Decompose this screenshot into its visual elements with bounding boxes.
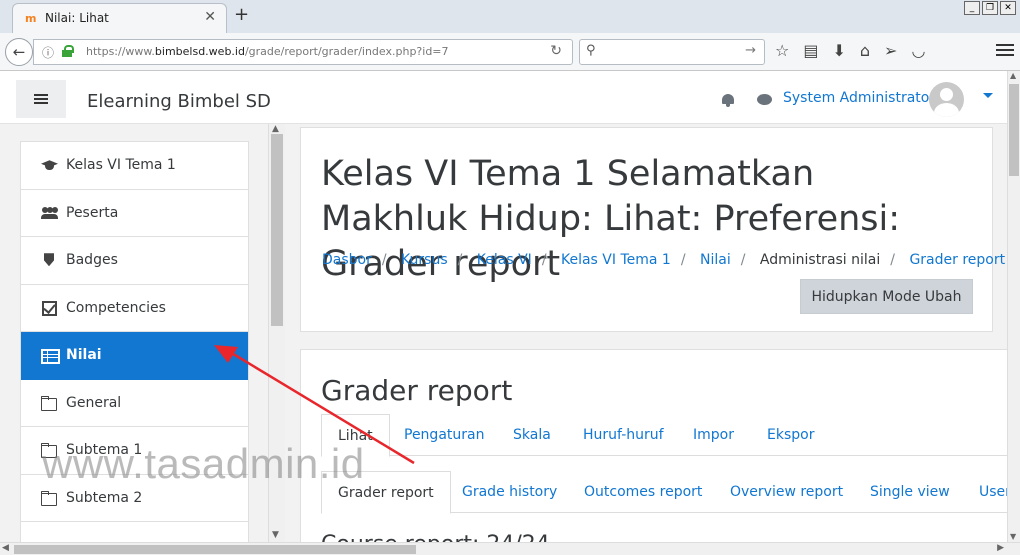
scroll-thumb[interactable] — [14, 545, 416, 554]
browser-toolbar-icons: ☆ ▤ ⬇ ⌂ ➢ ◡ — [775, 41, 925, 60]
tab-user-report[interactable]: User — [963, 471, 1007, 513]
browser-navbar: ← ⓘ https://www.bimbelsd.web.id/grade/re… — [0, 33, 1020, 71]
tab-close-icon[interactable]: ✕ — [204, 9, 216, 25]
search-input[interactable]: ⚲ → — [579, 39, 765, 65]
page-scrollbar[interactable]: ▲ ▼ — [1007, 71, 1020, 542]
reload-icon[interactable]: ↻ — [550, 43, 562, 59]
breadcrumb-link[interactable]: Kelas VI Tema 1 — [561, 252, 671, 268]
new-tab-icon[interactable]: + — [234, 4, 249, 25]
url-bar[interactable]: ⓘ https://www.bimbelsd.web.id/grade/repo… — [33, 39, 573, 65]
users-icon — [41, 206, 59, 220]
back-button[interactable]: ← — [5, 38, 33, 66]
grader-report-card: Grader report Lihat Pengaturan Skala Hur… — [300, 349, 1007, 542]
breadcrumb-link[interactable]: Nilai — [700, 252, 731, 268]
page-header-card: Kelas VI Tema 1 Selamatkan Makhluk Hidup… — [300, 127, 1005, 332]
bookmark-star-icon[interactable]: ☆ — [775, 41, 789, 60]
nav-item-badges[interactable]: Badges — [21, 237, 248, 285]
site-brand[interactable]: Elearning Bimbel SD — [87, 91, 271, 112]
secondary-tabs: Grader report Grade history Outcomes rep… — [321, 471, 1007, 514]
breadcrumb-link[interactable]: Kelas VI — [477, 252, 532, 268]
tab-letters[interactable]: Huruf-huruf — [567, 414, 680, 456]
nav-item-grades[interactable]: Nilai — [21, 332, 248, 380]
browser-titlebar: m Nilai: Lihat ✕ + _ ❐ ✕ — [0, 0, 1020, 33]
nav-item-partial[interactable] — [21, 522, 248, 542]
tab-import[interactable]: Impor — [677, 414, 750, 456]
hamburger-icon — [34, 92, 48, 106]
breadcrumb-text: Administrasi nilai — [759, 252, 881, 268]
nav-item-label: Badges — [66, 252, 118, 269]
nav-item-participants[interactable]: Peserta — [21, 190, 248, 237]
nav-item-general[interactable]: General — [21, 380, 248, 427]
breadcrumb-link[interactable]: Kursus — [401, 252, 448, 268]
main-region: Kelas VI Tema 1 Selamatkan Makhluk Hidup… — [285, 124, 1007, 542]
window-controls: _ ❐ ✕ — [964, 1, 1016, 15]
nav-item-label: Competencies — [66, 299, 166, 316]
search-icon: ⚲ — [586, 43, 596, 58]
breadcrumb-link[interactable]: Grader report — [909, 252, 1005, 268]
folder-icon — [41, 395, 59, 411]
tab-single-view[interactable]: Single view — [854, 471, 966, 513]
notifications-bell-icon[interactable] — [721, 93, 735, 107]
horizontal-scrollbar[interactable]: ◀ ▶ — [0, 542, 1020, 555]
browser-tab[interactable]: m Nilai: Lihat ✕ — [12, 3, 227, 33]
restore-icon[interactable]: ❐ — [982, 1, 998, 15]
scroll-right-icon[interactable]: ▶ — [997, 543, 1004, 553]
download-icon[interactable]: ⬇ — [832, 41, 845, 60]
nav-item-label: Peserta — [66, 204, 119, 221]
checkbox-icon — [41, 300, 59, 316]
tab-setup[interactable]: Pengaturan — [388, 414, 500, 456]
nav-item-course[interactable]: Kelas VI Tema 1 — [21, 142, 248, 190]
folder-icon — [41, 490, 59, 506]
table-icon — [41, 348, 60, 365]
nav-item-label: General — [66, 394, 122, 411]
browser-menu-icon[interactable] — [996, 41, 1014, 59]
minimize-icon[interactable]: _ — [964, 1, 980, 15]
shield-icon — [41, 253, 59, 267]
pocket-icon[interactable]: ◡ — [911, 41, 925, 60]
search-go-icon[interactable]: → — [745, 43, 756, 58]
site-header: Elearning Bimbel SD System Administrator — [0, 71, 1020, 124]
messages-chat-icon[interactable] — [757, 94, 772, 105]
nav-item-label: Kelas VI Tema 1 — [66, 157, 176, 174]
scroll-left-icon[interactable]: ◀ — [2, 543, 9, 553]
breadcrumb-link[interactable]: Dasbor — [322, 252, 372, 268]
tab-overview-report[interactable]: Overview report — [714, 471, 859, 513]
scroll-down-icon[interactable]: ▼ — [272, 530, 279, 540]
info-icon[interactable]: ⓘ — [42, 44, 54, 61]
moodle-favicon-icon: m — [25, 12, 37, 25]
tab-title: Nilai: Lihat — [45, 11, 109, 25]
scroll-thumb[interactable] — [1009, 84, 1019, 176]
scroll-up-icon[interactable]: ▲ — [1010, 71, 1016, 80]
home-icon[interactable]: ⌂ — [860, 41, 870, 60]
tab-outcomes-report[interactable]: Outcomes report — [568, 471, 718, 513]
nav-item-label: Nilai — [66, 347, 102, 364]
turn-editing-on-button[interactable]: Hidupkan Mode Ubah — [800, 279, 973, 314]
lock-icon — [62, 45, 74, 57]
report-subheading: Course report: 24/24 — [321, 532, 550, 542]
nav-item-competencies[interactable]: Competencies — [21, 285, 248, 332]
url-text: https://www.bimbelsd.web.id/grade/report… — [86, 45, 449, 58]
scroll-thumb[interactable] — [271, 134, 283, 326]
nav-item-label: Subtema 2 — [66, 489, 143, 506]
avatar[interactable] — [929, 82, 964, 117]
watermark-text: www.tasadmin.id — [42, 440, 365, 487]
section-title: Grader report — [321, 374, 513, 407]
close-window-icon[interactable]: ✕ — [1000, 1, 1016, 15]
tab-grade-history[interactable]: Grade history — [446, 471, 573, 513]
tab-export[interactable]: Ekspor — [751, 414, 830, 456]
user-name[interactable]: System Administrator — [783, 90, 935, 106]
reading-list-icon[interactable]: ▤ — [803, 41, 818, 60]
primary-tabs: Lihat Pengaturan Skala Huruf-huruf Impor… — [321, 414, 1007, 457]
back-arrow-icon: ← — [12, 43, 26, 61]
drawer-toggle-button[interactable] — [16, 80, 66, 118]
graduation-cap-icon — [41, 158, 59, 172]
breadcrumb: Dasbor / Kursus / Kelas VI / Kelas VI Tema … — [322, 252, 1006, 268]
send-icon[interactable]: ➢ — [884, 41, 897, 60]
user-menu-caret-icon[interactable] — [983, 93, 993, 98]
scroll-up-icon[interactable]: ▲ — [272, 124, 279, 134]
scroll-down-icon[interactable]: ▼ — [1010, 532, 1016, 541]
tab-scales[interactable]: Skala — [497, 414, 567, 456]
